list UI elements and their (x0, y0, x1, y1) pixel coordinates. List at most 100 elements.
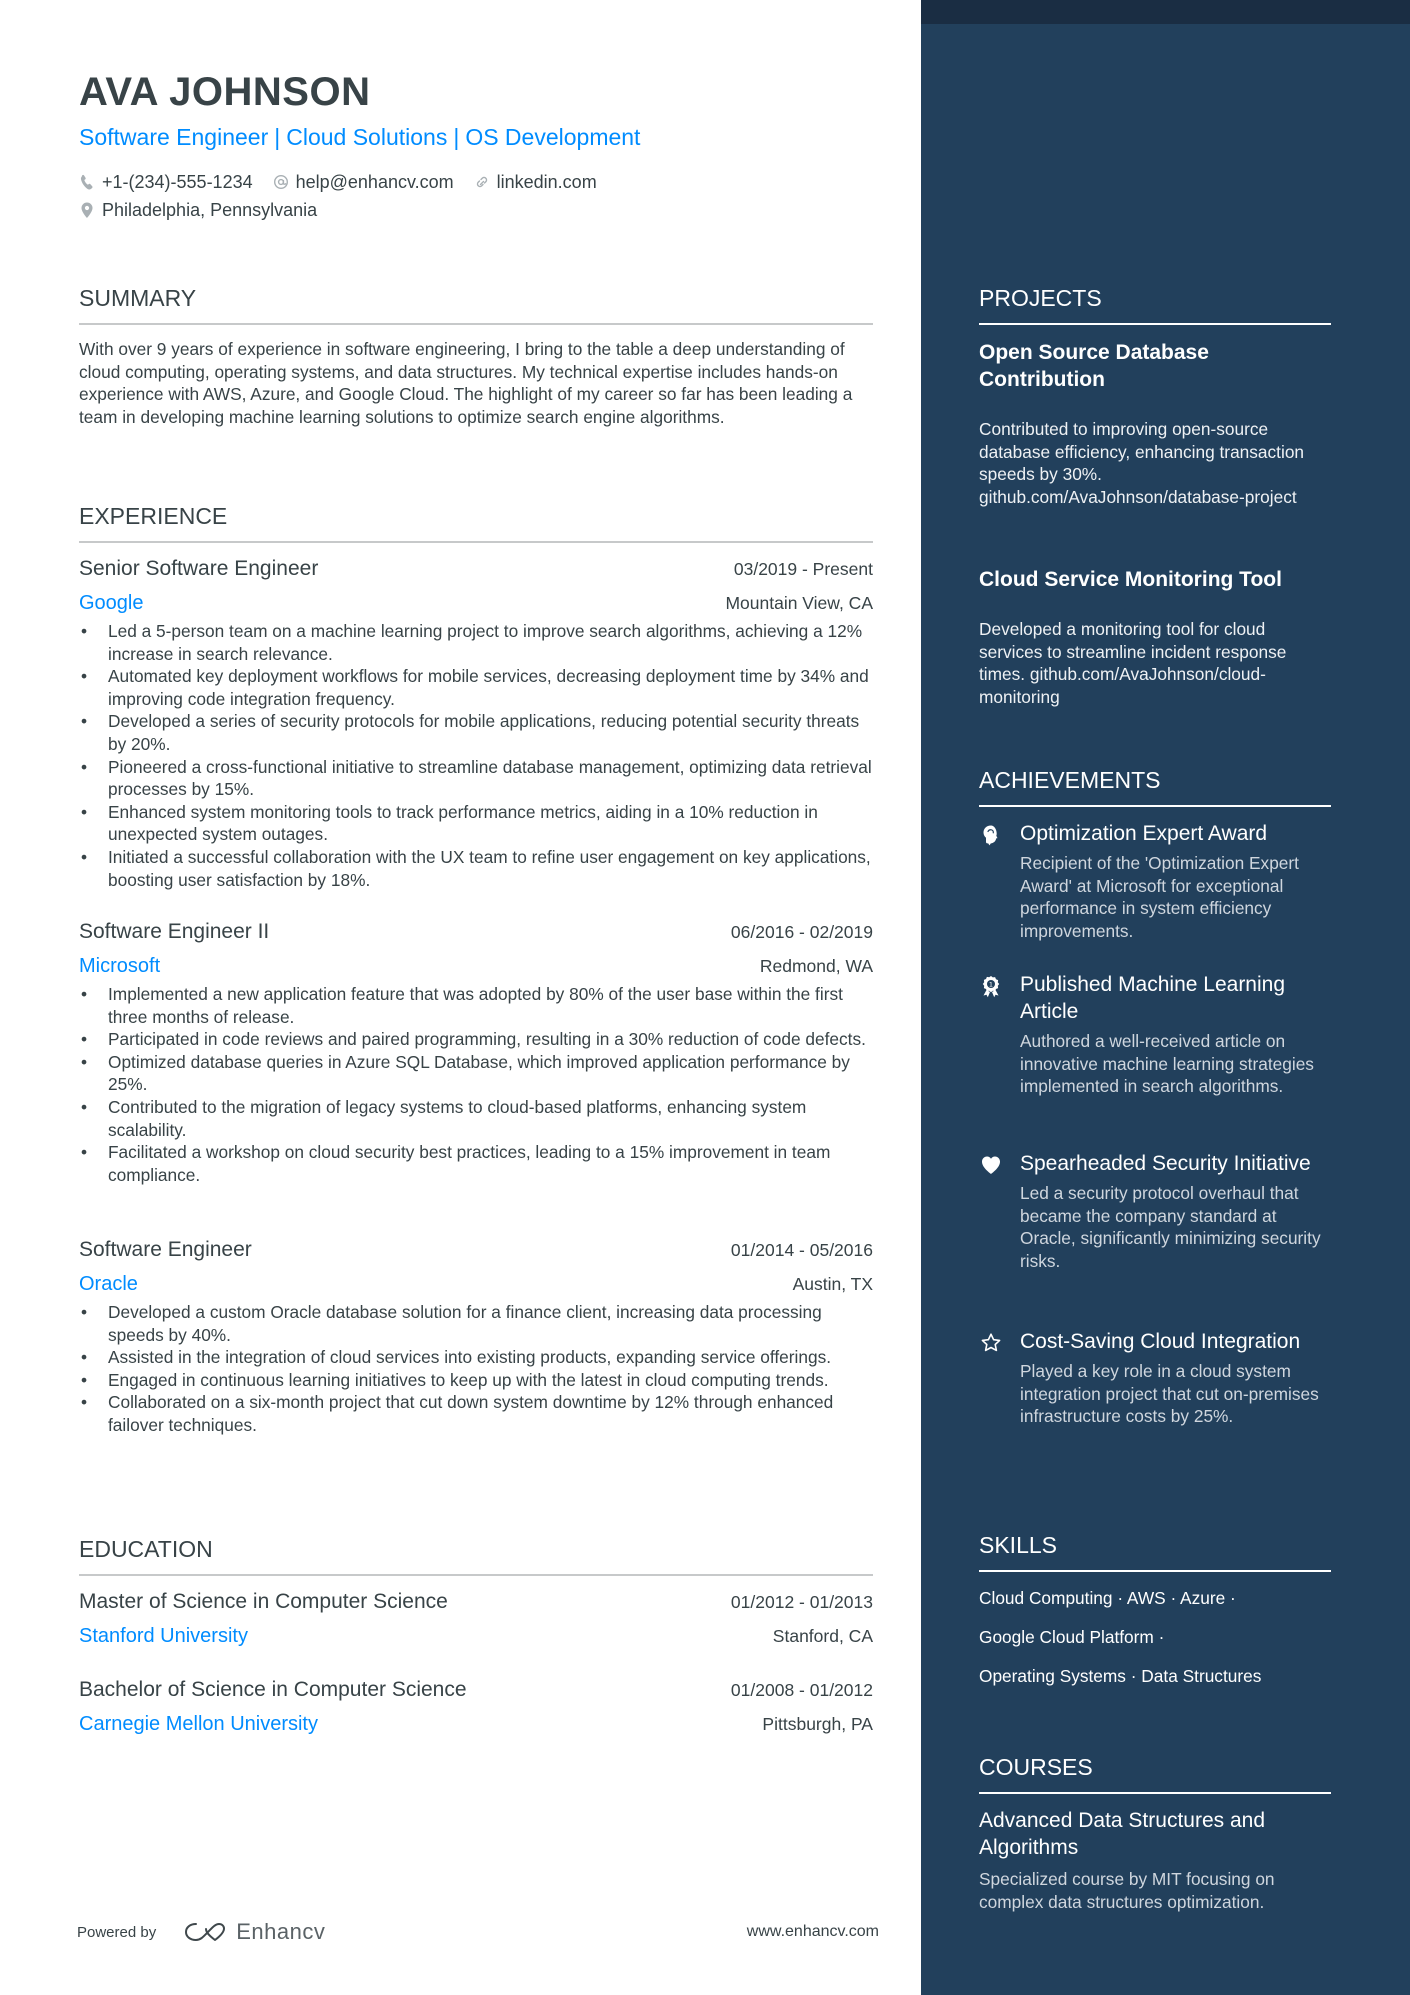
contact-row: Philadelphia, Pennsylvania (79, 196, 617, 224)
achievement-description: Led a security protocol overhaul that be… (1020, 1183, 1321, 1271)
job-company: Oracle (79, 1273, 138, 1295)
link-icon (474, 173, 490, 191)
education-dates: 01/2012 - 01/2013 (730, 1592, 873, 1612)
powered-by-label: Powered by (77, 1923, 157, 1941)
job-dates: 03/2019 - Present (733, 559, 873, 579)
skills-heading: SKILLS (979, 1532, 1057, 1558)
education-location: Pittsburgh, PA (762, 1714, 873, 1734)
courses-heading: COURSES (979, 1754, 1093, 1780)
skill-line: Operating Systems · Data Structures (979, 1666, 1262, 1686)
bullet-item: Developed a series of security protocols… (79, 710, 873, 755)
job-bullets: Implemented a new application feature th… (79, 983, 873, 1186)
job-dates: 01/2014 - 05/2016 (730, 1240, 873, 1260)
achievement-item: 1 Published Machine Learning Article Aut… (979, 971, 1331, 1098)
at-icon (273, 173, 289, 191)
email-address: help@enhancv.com (295, 172, 454, 192)
course-description: Specialized course by MIT focusing on co… (979, 1869, 1275, 1912)
website-link[interactable]: www.enhancv.com (747, 1923, 879, 1941)
achievement-item: Optimization Expert Award Recipient of t… (979, 820, 1331, 942)
section-divider (79, 541, 873, 543)
star-icon (979, 1331, 1003, 1355)
skills-list: Cloud Computing · AWS · Azure · Google C… (979, 1587, 1331, 1704)
svg-text:1: 1 (989, 981, 993, 989)
linkedin-url: linkedin.com (496, 172, 597, 192)
skill-line: Google Cloud Platform · (979, 1627, 1165, 1647)
footer: Powered by Enhancv www.enhancv.com (77, 1912, 879, 1952)
job-dates: 06/2016 - 02/2019 (730, 922, 873, 942)
enhancv-logo[interactable]: Enhancv (182, 1919, 325, 1945)
experience-heading: EXPERIENCE (79, 503, 228, 529)
phone-number: +1-(234)-555-1234 (102, 172, 253, 192)
project-title: Cloud Service Monitoring Tool (979, 568, 1282, 591)
achievement-item: Spearheaded Security Initiative Led a se… (979, 1150, 1331, 1272)
bullet-item: Initiated a successful collaboration wit… (79, 846, 873, 891)
section-divider (979, 1792, 1331, 1794)
contact-email[interactable]: help@enhancv.com (273, 169, 454, 195)
headline-separator: | (274, 124, 281, 150)
summary-heading: SUMMARY (79, 285, 197, 311)
education-dates: 01/2008 - 01/2012 (730, 1680, 873, 1700)
achievements-heading: ACHIEVEMENTS (979, 767, 1161, 793)
summary-text: With over 9 years of experience in softw… (79, 339, 853, 427)
section-divider (979, 323, 1331, 325)
achievement-title: Published Machine Learning Article (1020, 973, 1286, 1023)
job-role: Software Engineer (79, 1238, 252, 1261)
bullet-item: Automated key deployment workflows for m… (79, 665, 873, 710)
job-location: Austin, TX (792, 1274, 873, 1294)
achievement-description: Played a key role in a cloud system inte… (1020, 1361, 1319, 1427)
bullet-item: Optimized database queries in Azure SQL … (79, 1051, 873, 1096)
job-location: Redmond, WA (759, 956, 873, 976)
education-entry: Bachelor of Science in Computer Science … (79, 1675, 873, 1739)
achievement-description: Authored a well-received article on inno… (1020, 1031, 1314, 1097)
experience-entry: Senior Software Engineer 03/2019 - Prese… (79, 554, 873, 891)
bullet-item: Engaged in continuous learning initiativ… (79, 1369, 873, 1392)
job-role: Software Engineer II (79, 920, 270, 943)
projects-heading: PROJECTS (979, 285, 1102, 311)
achievement-item: Cost-Saving Cloud Integration Played a k… (979, 1328, 1331, 1428)
award-medal-icon: 1 (979, 974, 1003, 998)
contact-phone[interactable]: +1-(234)-555-1234 (79, 169, 253, 195)
headline: Software Engineer | Cloud Solutions | OS Dev… (79, 122, 640, 152)
section-divider (979, 1570, 1331, 1572)
job-role: Senior Software Engineer (79, 557, 319, 580)
degree: Master of Science in Computer Science (79, 1590, 448, 1613)
enhancv-logo-icon (182, 1919, 228, 1945)
contact-linkedin[interactable]: linkedin.com (474, 169, 597, 195)
project-title: Open Source Database Contribution (979, 341, 1209, 391)
headline-part: Software Engineer (79, 124, 269, 150)
section-divider (79, 323, 873, 325)
skill-line: Cloud Computing · AWS · Azure · (979, 1588, 1236, 1608)
achievement-title: Cost-Saving Cloud Integration (1020, 1330, 1301, 1353)
education-location: Stanford, CA (772, 1626, 873, 1646)
bullet-item: Assisted in the integration of cloud ser… (79, 1346, 873, 1369)
contact-row: +1-(234)-555-1234 help@enhancv.com linke… (79, 168, 617, 196)
bullet-item: Pioneered a cross-functional initiative … (79, 756, 873, 801)
job-company: Google (79, 592, 144, 614)
candidate-name: AVA JOHNSON (79, 70, 371, 114)
bullet-item: Led a 5-person team on a machine learnin… (79, 620, 873, 665)
contact-info: +1-(234)-555-1234 help@enhancv.com linke… (79, 168, 617, 224)
bullet-item: Developed a custom Oracle database solut… (79, 1301, 873, 1346)
bullet-item: Implemented a new application feature th… (79, 983, 873, 1028)
education-heading: EDUCATION (79, 1536, 213, 1562)
job-location: Mountain View, CA (725, 593, 873, 613)
job-company: Microsoft (79, 955, 161, 977)
headline-part: Cloud Solutions (286, 124, 448, 150)
achievement-title: Optimization Expert Award (1020, 822, 1268, 845)
contact-location: Philadelphia, Pennsylvania (79, 197, 317, 223)
achievement-title: Spearheaded Security Initiative (1020, 1152, 1311, 1175)
project-description: Developed a monitoring tool for cloud se… (979, 619, 1287, 707)
school: Carnegie Mellon University (79, 1713, 318, 1735)
sidebar: PROJECTS Open Source Database Contributi… (921, 0, 1410, 1995)
enhancv-logo-text: Enhancv (236, 1919, 326, 1944)
sidebar-top-strip (921, 0, 1410, 24)
experience-entry: Software Engineer 01/2014 - 05/2016 Orac… (79, 1235, 873, 1437)
education-entry: Master of Science in Computer Science 01… (79, 1587, 873, 1651)
section-divider (79, 1574, 873, 1576)
project-description: Contributed to improving open-source dat… (979, 419, 1305, 507)
location-pin-icon (79, 201, 95, 219)
bullet-item: Enhanced system monitoring tools to trac… (79, 801, 873, 846)
job-bullets: Developed a custom Oracle database solut… (79, 1301, 873, 1437)
location-text: Philadelphia, Pennsylvania (102, 200, 318, 220)
achievement-description: Recipient of the 'Optimization Expert Aw… (1020, 853, 1299, 941)
